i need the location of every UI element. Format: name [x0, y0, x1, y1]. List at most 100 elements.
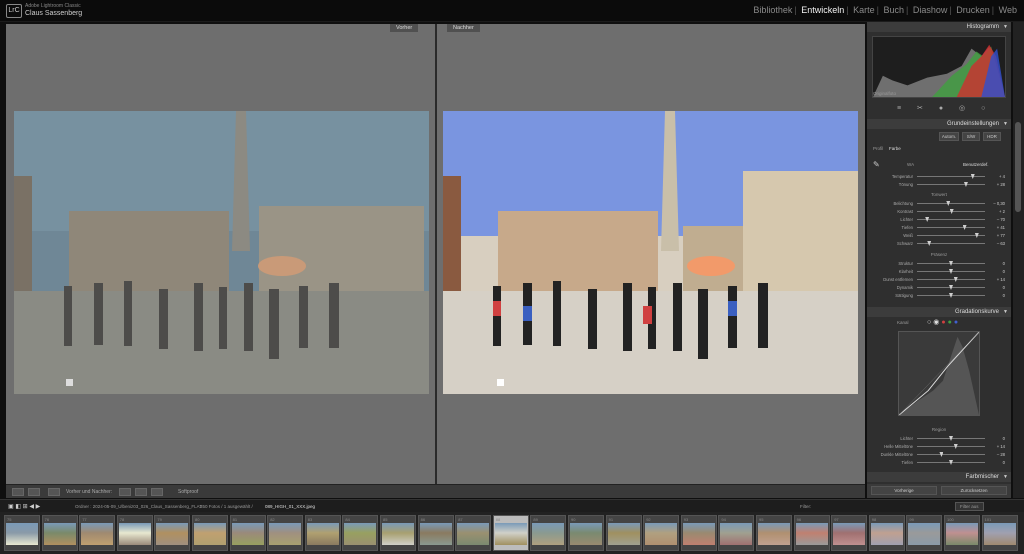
- softproof-label[interactable]: Softproof: [178, 488, 198, 496]
- basic-header[interactable]: Grundeinstellungen: [867, 119, 1011, 129]
- profile-value[interactable]: Farbe: [889, 146, 901, 151]
- loupe-view-button[interactable]: [12, 488, 24, 496]
- slider-temperatur[interactable]: Temperatur + 4: [871, 173, 1007, 180]
- slider-value[interactable]: 0: [1003, 435, 1005, 442]
- filmstrip-thumbnail[interactable]: 83: [304, 515, 341, 551]
- filmstrip-thumbnail[interactable]: 77: [79, 515, 116, 551]
- slider-weiß[interactable]: Weiß + 77: [871, 232, 1007, 239]
- after-pane[interactable]: Nachher: [437, 24, 865, 484]
- slider-helle-mitteltöne[interactable]: Helle Mitteltöne + 14: [871, 443, 1007, 450]
- before-pane[interactable]: Vorher: [6, 24, 435, 484]
- slider-track[interactable]: [917, 279, 985, 280]
- slider-value[interactable]: + 41: [997, 224, 1005, 231]
- auto-button[interactable]: Autom.: [939, 132, 959, 141]
- grid-icon[interactable]: ▣ ◧ ⊞ ◀ ▶: [8, 503, 40, 510]
- tone-curve[interactable]: [898, 331, 980, 416]
- filmstrip-thumbnail[interactable]: 85: [380, 515, 416, 551]
- slider-value[interactable]: – 28: [997, 451, 1005, 458]
- module-drucken[interactable]: Drucken: [955, 5, 991, 15]
- slider-tönung[interactable]: Tönung + 28: [871, 181, 1007, 188]
- swap-button[interactable]: [151, 488, 163, 496]
- slider-tiefen[interactable]: Tiefen + 41: [871, 224, 1007, 231]
- slider-value[interactable]: 0: [1003, 260, 1005, 267]
- filmstrip-thumbnail[interactable]: 90: [568, 515, 604, 551]
- filmstrip-thumbnail[interactable]: 79: [154, 515, 191, 551]
- module-web[interactable]: Web: [998, 5, 1018, 15]
- filmstrip-thumbnail[interactable]: 96: [793, 515, 830, 551]
- yy-view-button[interactable]: [48, 488, 60, 496]
- tool-strip[interactable]: ≡ ✂ ● ◎ ○: [897, 104, 992, 112]
- folder-path[interactable]: Ordner : 2024-05-09_Ulbeniz03_026_Claus_…: [75, 504, 202, 509]
- before-photo[interactable]: [14, 111, 429, 394]
- compare-mode-button[interactable]: [28, 488, 40, 496]
- slider-value[interactable]: + 4: [999, 173, 1005, 180]
- slider-schwarz[interactable]: Schwarz – 63: [871, 240, 1007, 247]
- filmstrip-thumbnail[interactable]: 86: [417, 515, 454, 551]
- slider-track[interactable]: [917, 235, 985, 236]
- slider-value[interactable]: – 0,30: [993, 200, 1005, 207]
- filmstrip-thumbnail[interactable]: 97: [831, 515, 868, 551]
- slider-value[interactable]: 0: [1003, 284, 1005, 291]
- curve-channel-icons[interactable]: ○◉●●●: [927, 318, 960, 326]
- sw-button[interactable]: S/W: [962, 132, 980, 141]
- hdr-button[interactable]: HDR: [983, 132, 1001, 141]
- slider-track[interactable]: [917, 203, 985, 204]
- panel-scrollbar[interactable]: [1013, 22, 1024, 498]
- filmstrip-thumbnail[interactable]: 94: [718, 515, 755, 551]
- original-photo-label[interactable]: Originalfoto: [873, 91, 896, 96]
- slider-track[interactable]: [917, 446, 985, 447]
- after-photo[interactable]: [443, 111, 858, 394]
- slider-value[interactable]: + 14: [997, 276, 1005, 283]
- slider-value[interactable]: + 77: [997, 232, 1005, 239]
- copy-before-after-button[interactable]: [119, 488, 131, 496]
- module-diashow[interactable]: Diashow: [912, 5, 949, 15]
- slider-klarheit[interactable]: Klarheit 0: [871, 268, 1007, 275]
- filter-select[interactable]: Filter aus: [955, 502, 984, 511]
- slider-belichtung[interactable]: Belichtung – 0,30: [871, 200, 1007, 207]
- filmstrip-thumbnail[interactable]: 84: [342, 515, 379, 551]
- previous-button[interactable]: Vorherige: [871, 486, 937, 495]
- filmstrip-thumbnail[interactable]: 78: [116, 515, 153, 551]
- slider-value[interactable]: 0: [1003, 268, 1005, 275]
- filmstrip-thumbnail[interactable]: 101: [981, 515, 1018, 551]
- module-bibliothek[interactable]: Bibliothek: [752, 5, 793, 15]
- eyedropper-icon[interactable]: ✎: [873, 160, 880, 169]
- slider-track[interactable]: [917, 176, 985, 177]
- filmstrip-thumbnail[interactable]: 81: [229, 515, 266, 551]
- curve-header[interactable]: Gradationskurve: [867, 307, 1011, 317]
- slider-kontrast[interactable]: Kontrast + 2: [871, 208, 1007, 215]
- histogram-header[interactable]: Histogramm: [867, 22, 1011, 32]
- mixer-header[interactable]: Farbmischer: [867, 472, 1011, 482]
- slider-value[interactable]: + 14: [997, 443, 1005, 450]
- slider-track[interactable]: [917, 243, 985, 244]
- slider-dunst-entfernen[interactable]: Dunst entfernen + 14: [871, 276, 1007, 283]
- slider-lichter[interactable]: Lichter 0: [871, 435, 1007, 442]
- slider-track[interactable]: [917, 454, 985, 455]
- slider-struktur[interactable]: Struktur 0: [871, 260, 1007, 267]
- slider-dunkle-mitteltöne[interactable]: Dunkle Mitteltöne – 28: [871, 451, 1007, 458]
- copy-after-before-button[interactable]: [135, 488, 147, 496]
- module-buch[interactable]: Buch: [883, 5, 906, 15]
- slider-track[interactable]: [917, 184, 985, 185]
- current-filename[interactable]: 089_HIGH_01_XXX.jpeg: [265, 504, 315, 509]
- slider-value[interactable]: – 70: [997, 216, 1005, 223]
- slider-value[interactable]: 0: [1003, 292, 1005, 299]
- slider-track[interactable]: [917, 227, 985, 228]
- wb-value[interactable]: Benutzerdef.: [963, 162, 989, 167]
- slider-value[interactable]: 0: [1003, 459, 1005, 466]
- filmstrip-thumbnail[interactable]: 95: [756, 515, 792, 551]
- slider-value[interactable]: + 28: [997, 181, 1005, 188]
- filmstrip-thumbnail[interactable]: 99: [906, 515, 943, 551]
- slider-dynamik[interactable]: Dynamik 0: [871, 284, 1007, 291]
- filmstrip-thumbnail[interactable]: 87: [455, 515, 492, 551]
- slider-lichter[interactable]: Lichter – 70: [871, 216, 1007, 223]
- filmstrip-thumbnail[interactable]: 93: [680, 515, 717, 551]
- slider-value[interactable]: – 63: [997, 240, 1005, 247]
- filmstrip-thumbnail[interactable]: 89: [530, 515, 567, 551]
- module-entwickeln[interactable]: Entwickeln: [800, 5, 845, 15]
- reset-button[interactable]: Zurücksetzen: [941, 486, 1007, 495]
- module-karte[interactable]: Karte: [852, 5, 876, 15]
- filmstrip-thumbnail[interactable]: 76: [41, 515, 78, 551]
- filmstrip-thumbnail[interactable]: 92: [643, 515, 680, 551]
- filmstrip-thumbnail[interactable]: 75: [4, 515, 40, 551]
